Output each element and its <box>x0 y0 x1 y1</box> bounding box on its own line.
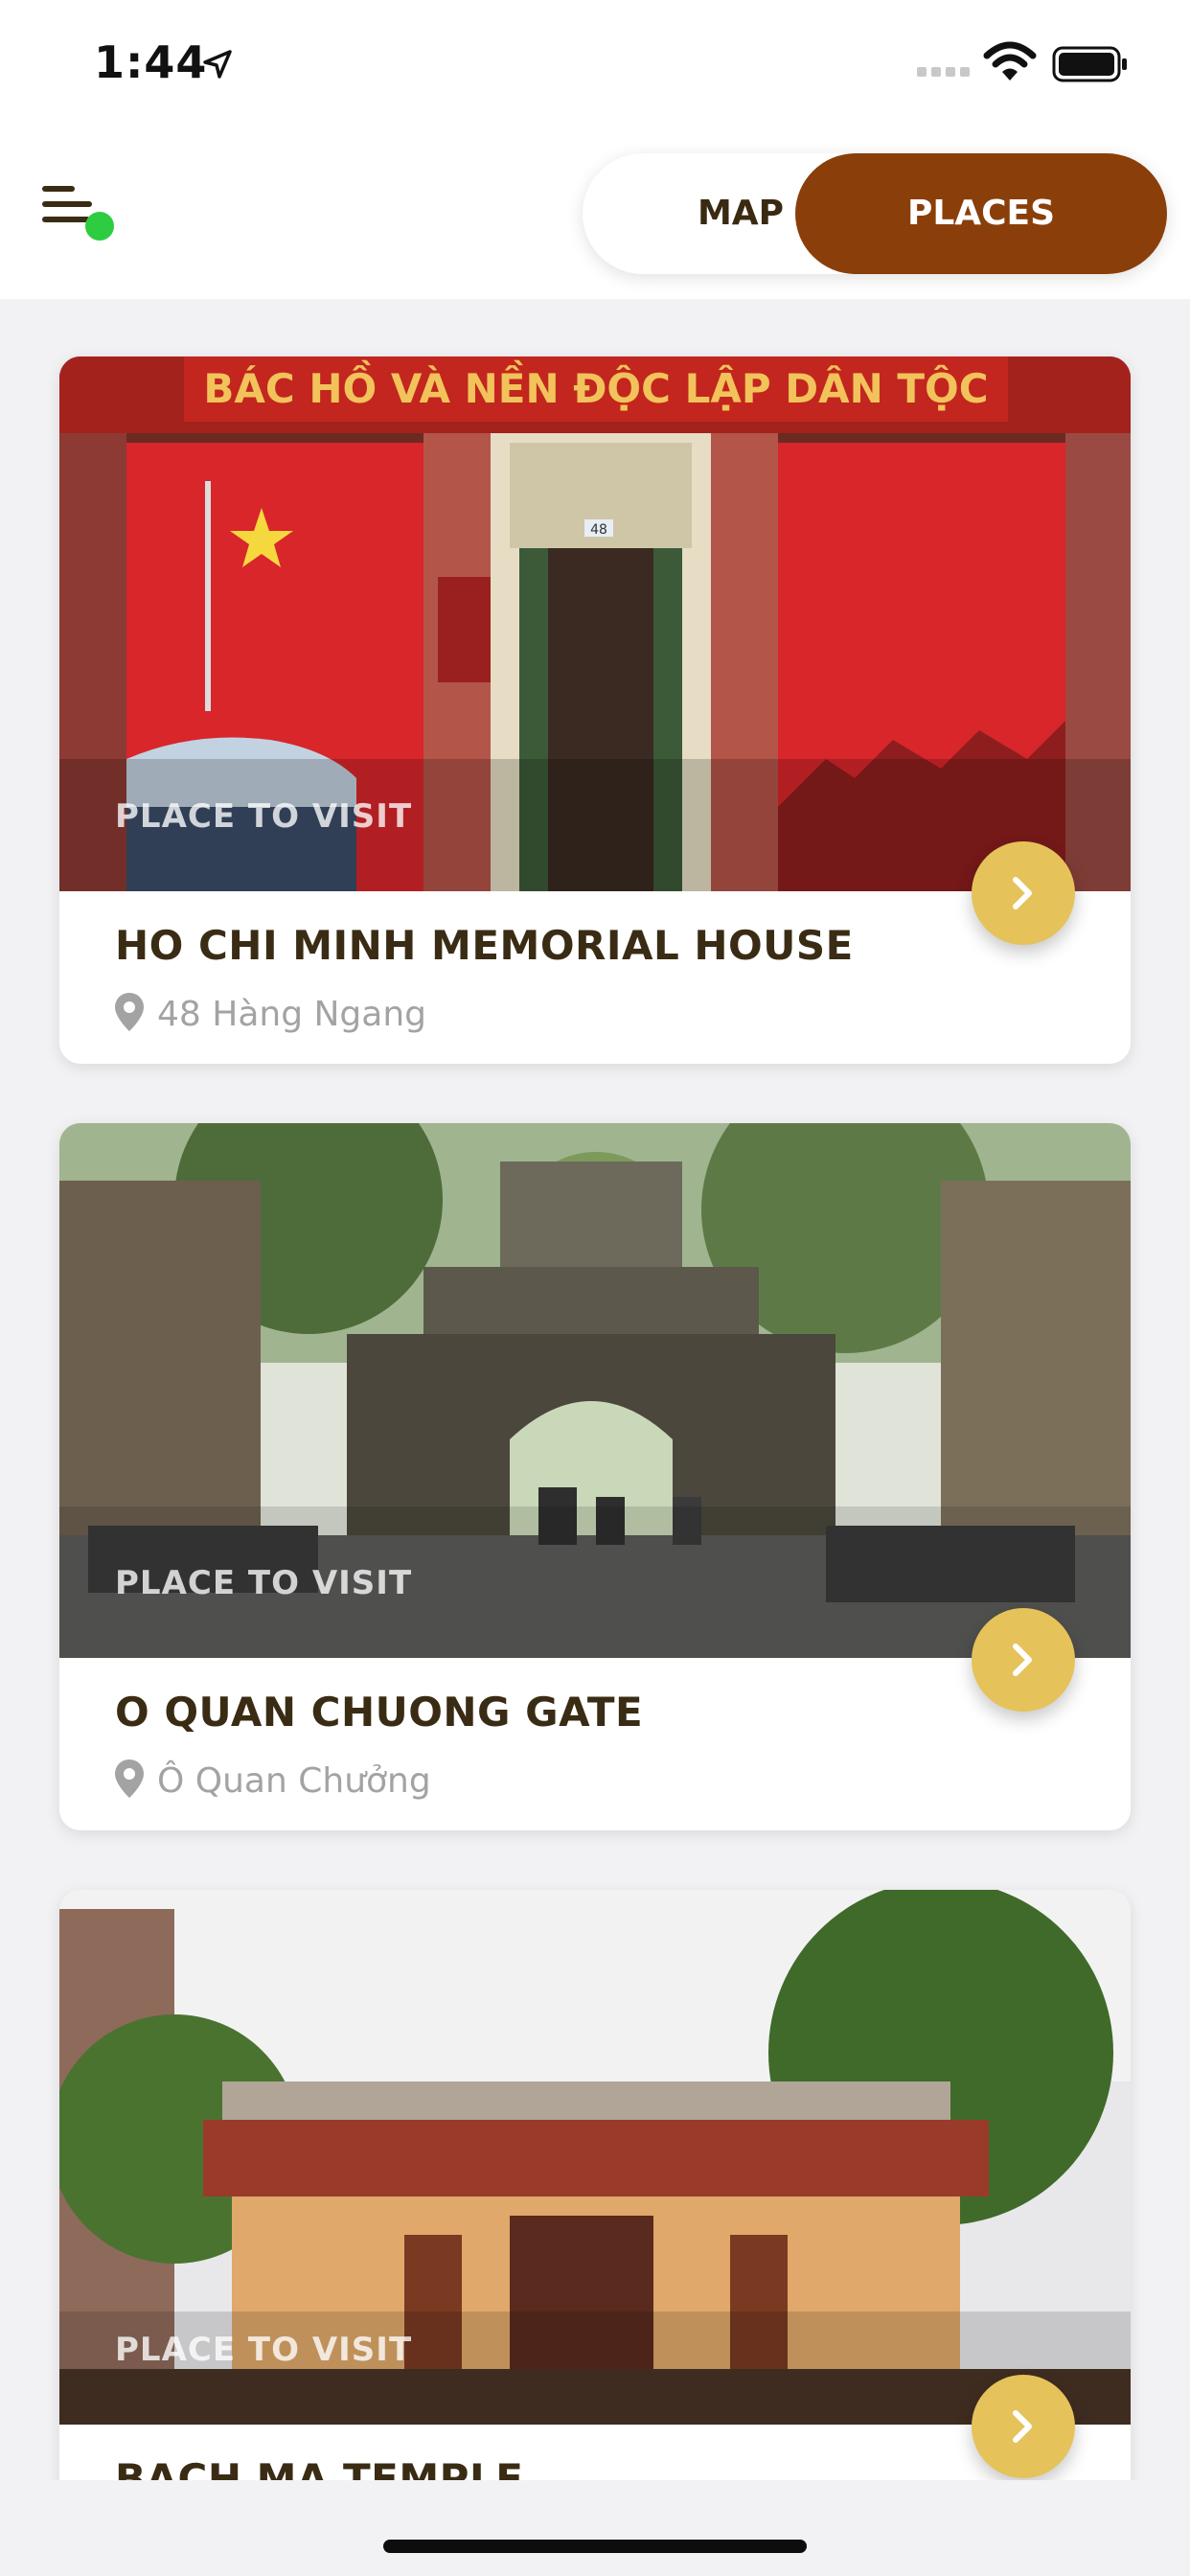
home-indicator[interactable] <box>383 2540 807 2553</box>
chevron-right-icon <box>1013 1644 1032 1676</box>
place-title: HO CHI MINH MEMORIAL HOUSE <box>115 922 854 969</box>
place-card[interactable]: PLACE TO VISIT O QUAN CHUONG GATE Ô Quan… <box>59 1123 1131 1830</box>
location-pin-icon <box>115 993 144 1031</box>
open-place-button[interactable] <box>972 1608 1075 1712</box>
location-arrow-icon <box>203 50 232 79</box>
top-bar: MAP PLACES <box>0 125 1190 299</box>
open-place-button[interactable] <box>972 2375 1075 2478</box>
chevron-right-icon <box>1013 2410 1032 2443</box>
menu-icon[interactable] <box>38 180 125 257</box>
place-tag: PLACE TO VISIT <box>115 797 413 836</box>
house-number: 48 <box>590 522 607 538</box>
place-address-text: 48 Hàng Ngang <box>157 995 427 1034</box>
view-switcher: MAP PLACES <box>583 153 1167 274</box>
place-title: O QUAN CHUONG GATE <box>115 1689 644 1736</box>
open-place-button[interactable] <box>972 841 1075 945</box>
status-bar: 1:44 <box>0 0 1190 125</box>
place-tag: PLACE TO VISIT <box>115 1564 413 1602</box>
signal-icon <box>917 67 970 77</box>
place-title: BACH MA TEMPLE <box>115 2455 524 2480</box>
wifi-icon <box>983 41 1037 80</box>
place-tag: PLACE TO VISIT <box>115 2331 413 2369</box>
places-list[interactable]: BÁC HỒ VÀ NỀN ĐỘC LẬP DÂN TỘC 48 PLACE T… <box>0 299 1190 2480</box>
location-pin-icon <box>115 1760 144 1798</box>
place-card[interactable]: BÁC HỒ VÀ NỀN ĐỘC LẬP DÂN TỘC 48 PLACE T… <box>59 356 1131 1064</box>
chevron-right-icon <box>1013 877 1032 909</box>
place-card[interactable]: PLACE TO VISIT BACH MA TEMPLE <box>59 1890 1131 2480</box>
banner-text: BÁC HỒ VÀ NỀN ĐỘC LẬP DÂN TỘC <box>203 359 988 412</box>
place-address-text: Ô Quan Chưởng <box>157 1761 431 1801</box>
status-time: 1:44 <box>94 36 208 88</box>
place-address: 48 Hàng Ngang <box>115 993 426 1034</box>
tab-places[interactable]: PLACES <box>795 153 1167 274</box>
bottom-area <box>0 2480 1190 2576</box>
place-address: Ô Quan Chưởng <box>115 1760 431 1801</box>
battery-icon <box>1052 46 1127 82</box>
